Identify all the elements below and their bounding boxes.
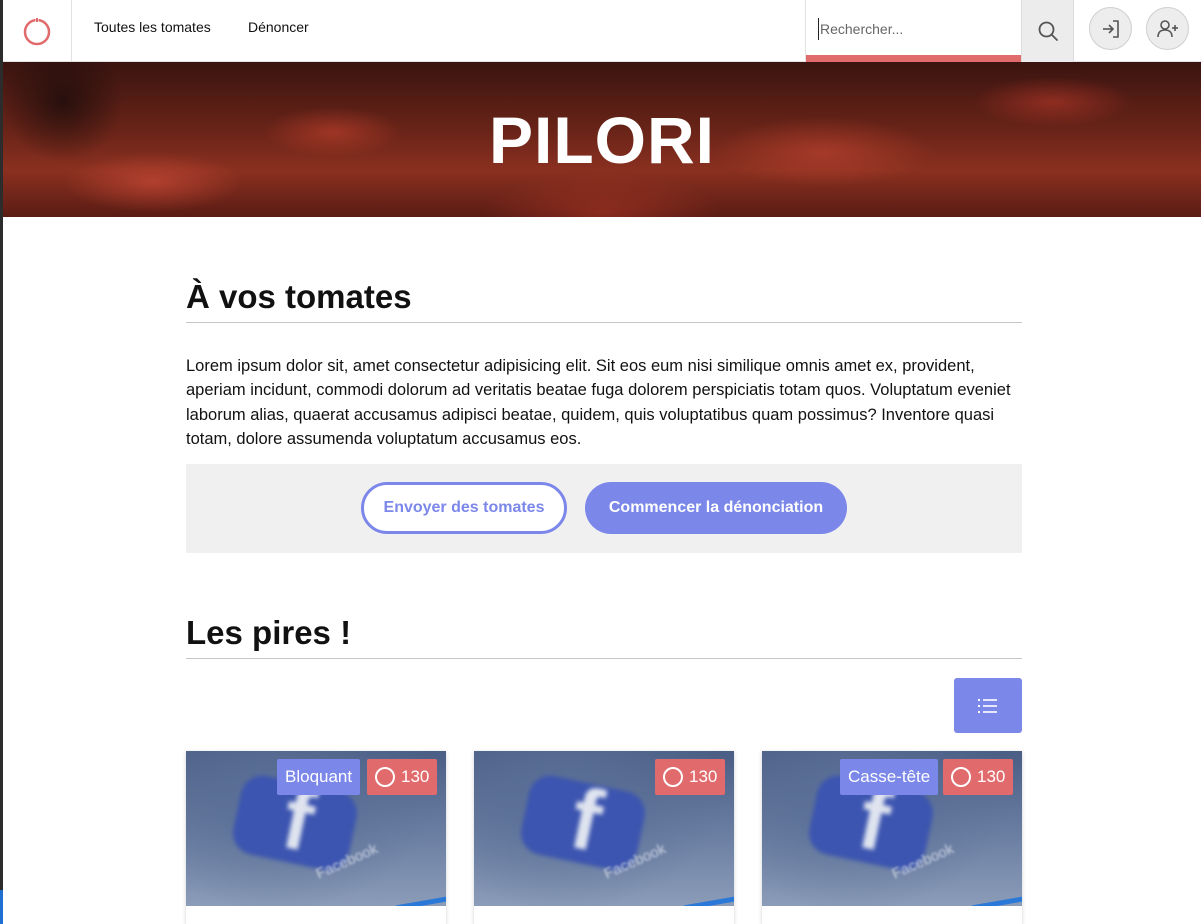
complaint-card[interactable]: f Facebook Casse-tête 130 bbox=[762, 751, 1022, 924]
list-icon bbox=[978, 698, 997, 713]
tag-badge: Casse-tête bbox=[840, 759, 939, 795]
power-ring-icon bbox=[23, 17, 51, 46]
ring-icon bbox=[375, 767, 395, 787]
top-navbar: Toutes les tomates Dénoncer bbox=[3, 0, 1201, 62]
complaint-card[interactable]: f Facebook Bloquant 130 bbox=[186, 751, 446, 924]
search-box bbox=[805, 0, 1022, 62]
section-title-intro: À vos tomates bbox=[186, 278, 1022, 323]
hero-banner: PILORI bbox=[3, 62, 1201, 217]
tomato-count-badge: 130 bbox=[655, 759, 726, 795]
login-button[interactable] bbox=[1089, 7, 1132, 50]
intro-paragraph: Lorem ipsum dolor sit, amet consectetur … bbox=[186, 357, 1011, 449]
ring-icon bbox=[663, 767, 683, 787]
search-input[interactable] bbox=[818, 18, 1013, 40]
login-icon bbox=[1102, 19, 1119, 38]
send-tomatoes-button[interactable]: Envoyer des tomates bbox=[361, 482, 567, 534]
tomato-count: 130 bbox=[977, 767, 1006, 786]
search-icon bbox=[1038, 21, 1058, 41]
add-user-icon bbox=[1156, 19, 1178, 37]
tomato-count: 130 bbox=[689, 767, 718, 786]
start-denunciation-button[interactable]: Commencer la dénonciation bbox=[585, 482, 847, 534]
list-view-button[interactable] bbox=[954, 678, 1022, 733]
card-body bbox=[186, 906, 446, 924]
nav-link-all-tomatoes[interactable]: Toutes les tomates bbox=[94, 19, 211, 35]
cta-panel: Envoyer des tomates Commencer la dénonci… bbox=[186, 464, 1022, 553]
search-button[interactable] bbox=[1021, 0, 1074, 62]
section-title-worst: Les pires ! bbox=[186, 614, 1022, 659]
card-body bbox=[762, 906, 1022, 924]
register-button[interactable] bbox=[1146, 7, 1189, 50]
nav-link-denounce[interactable]: Dénoncer bbox=[248, 19, 309, 35]
ring-icon bbox=[951, 767, 971, 787]
tomato-count-badge: 130 bbox=[367, 759, 438, 795]
card-body bbox=[474, 906, 734, 924]
search-underline bbox=[806, 55, 1022, 62]
tomato-count-badge: 130 bbox=[943, 759, 1014, 795]
tag-badge: Bloquant bbox=[277, 759, 361, 795]
tomato-count: 130 bbox=[401, 767, 430, 786]
window-edge-accent bbox=[0, 890, 3, 924]
complaint-card[interactable]: f Facebook 130 bbox=[474, 751, 734, 924]
logo[interactable] bbox=[3, 0, 72, 62]
hero-title: PILORI bbox=[488, 103, 715, 177]
